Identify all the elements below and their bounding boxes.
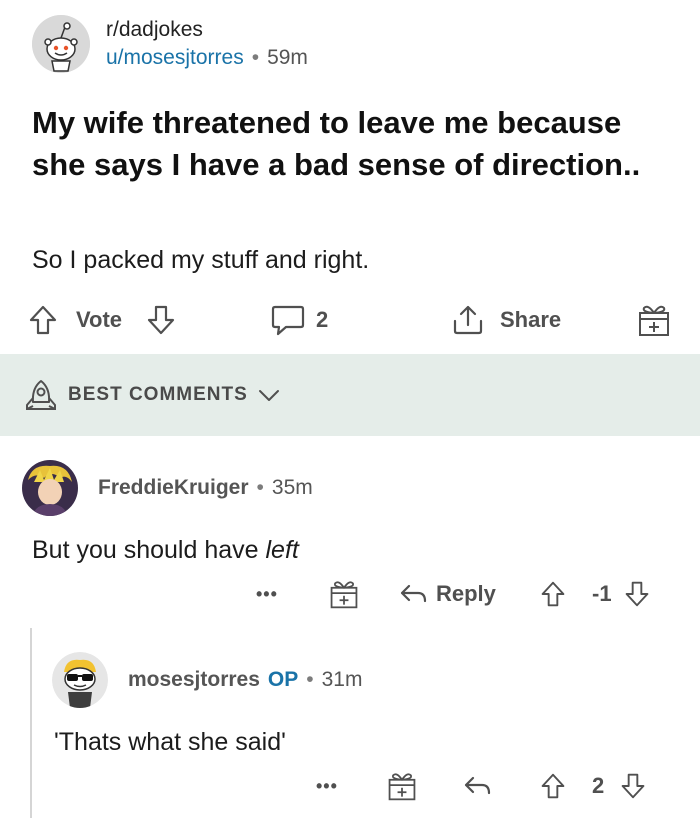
downvote-button[interactable] xyxy=(620,766,646,806)
comments-button[interactable]: 2 xyxy=(270,296,328,344)
comment-age: 35m xyxy=(271,476,313,499)
sort-label: BEST COMMENTS xyxy=(68,384,248,405)
post-title[interactable]: My wife threatened to leave me because s… xyxy=(32,102,662,186)
separator-dot: • xyxy=(251,46,260,69)
reply-label: Reply xyxy=(436,581,496,606)
reply-button[interactable]: Reply xyxy=(398,574,496,614)
comment-score: -1 xyxy=(592,581,612,606)
post-byline: u/mosesjtorres • 59m xyxy=(106,46,308,70)
chevron-down-icon xyxy=(258,390,279,401)
snoo-sunglasses-icon xyxy=(52,652,108,708)
comments-sort-bar[interactable]: BEST COMMENTS xyxy=(0,354,700,436)
comment-text-italic: left xyxy=(265,536,299,564)
reply-arrow-icon xyxy=(464,776,491,795)
op-badge: OP xyxy=(267,668,299,691)
comment-action-bar: ••• Reply -1 xyxy=(250,574,670,614)
share-button[interactable]: Share xyxy=(450,296,561,344)
upvote-button[interactable] xyxy=(540,574,566,614)
avatar[interactable] xyxy=(52,652,108,708)
reply-arrow-icon xyxy=(400,584,427,603)
downvote-arrow-icon xyxy=(147,305,175,335)
comment-age: 31m xyxy=(321,668,363,691)
comment-score: 2 xyxy=(592,773,605,798)
comment-author-line: mosesjtorres OP • 31m xyxy=(128,668,362,692)
post-meta: r/dadjokes u/mosesjtorres • 59m xyxy=(106,18,308,70)
more-options-button[interactable]: ••• xyxy=(316,766,338,806)
post-action-bar: Vote 2 Share xyxy=(28,296,678,344)
downvote-arrow-icon xyxy=(621,773,645,799)
rocket-icon xyxy=(26,380,56,410)
award-button[interactable] xyxy=(328,574,360,614)
subreddit-avatar[interactable] xyxy=(32,15,90,73)
post-author[interactable]: u/mosesjtorres xyxy=(106,46,244,70)
comment-author-line: FreddieKruiger • 35m xyxy=(98,476,313,500)
reply-button[interactable] xyxy=(462,766,492,806)
post-body: So I packed my stuff and right. xyxy=(32,246,370,274)
comment-text-plain: But you should have xyxy=(32,536,266,564)
award-button[interactable] xyxy=(386,766,418,806)
comment-text: But you should have left xyxy=(32,536,299,565)
thread-line xyxy=(30,628,32,818)
comment-action-bar: ••• 2 xyxy=(310,766,670,806)
comment-header: FreddieKruiger • 35m xyxy=(22,460,313,516)
post-header: r/dadjokes u/mosesjtorres • 59m xyxy=(32,14,308,74)
separator-dot: • xyxy=(306,668,314,691)
downvote-button[interactable] xyxy=(624,574,650,614)
upvote-arrow-icon xyxy=(541,773,565,799)
downvote-arrow-icon xyxy=(625,581,649,607)
user-avatar-icon xyxy=(22,460,78,516)
subreddit-name[interactable]: r/dadjokes xyxy=(106,18,308,42)
snoo-icon xyxy=(32,15,90,73)
share-icon xyxy=(453,305,483,335)
separator-dot: • xyxy=(256,476,264,499)
upvote-arrow-icon xyxy=(29,305,57,335)
upvote-arrow-icon xyxy=(541,581,565,607)
comment-text: 'Thats what she said' xyxy=(54,728,286,756)
upvote-button[interactable] xyxy=(28,296,58,344)
comment-author[interactable]: FreddieKruiger xyxy=(98,476,249,500)
upvote-button[interactable] xyxy=(540,766,566,806)
downvote-button[interactable] xyxy=(146,296,176,344)
comment-count: 2 xyxy=(316,307,329,332)
avatar[interactable] xyxy=(22,460,78,516)
gift-icon xyxy=(639,305,669,336)
comment-header: mosesjtorres OP • 31m xyxy=(52,652,362,708)
comment-author[interactable]: mosesjtorres xyxy=(128,668,260,692)
gift-icon xyxy=(388,773,416,801)
award-button[interactable] xyxy=(636,296,672,344)
vote-label: Vote xyxy=(76,307,123,332)
comment-bubble-icon xyxy=(271,305,305,336)
share-label: Share xyxy=(500,307,562,332)
gift-icon xyxy=(330,581,358,609)
post-age: 59m xyxy=(267,46,308,69)
more-options-button[interactable]: ••• xyxy=(256,574,278,614)
